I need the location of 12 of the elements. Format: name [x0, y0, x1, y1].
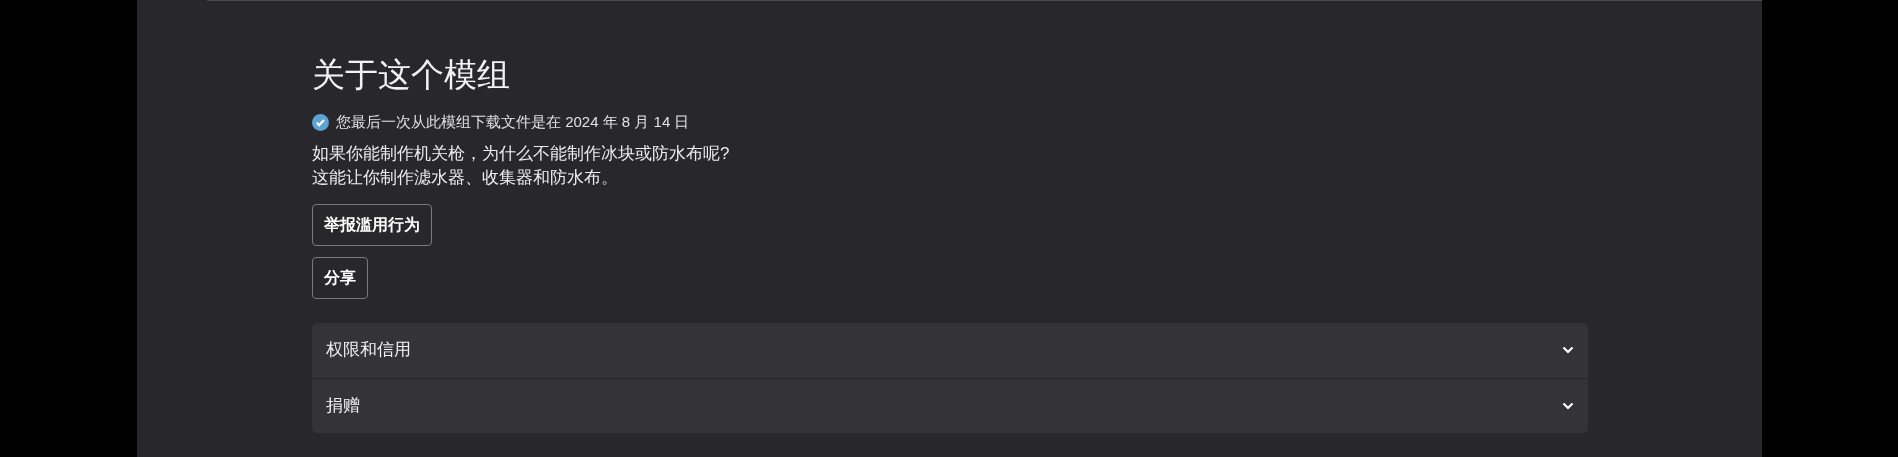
- chevron-icon: [1562, 401, 1574, 410]
- accordion-label: 捐赠: [326, 394, 360, 417]
- section-title: 关于这个模组: [312, 55, 511, 95]
- chevron-icon: [1562, 346, 1574, 354]
- accordion-item[interactable]: 捐赠: [312, 377, 1588, 433]
- accordion-item[interactable]: 权限和信用: [312, 322, 1588, 378]
- description-text: 如果你能制作机关枪，为什么不能制作冰块或防水布呢?: [312, 142, 731, 165]
- download-notice: 您最后一次从此模组下载文件是在 2024 年 8 月 14 日: [336, 112, 690, 132]
- description-text: 这能让你制作滤水器、收集器和防水布。: [312, 166, 619, 189]
- accordion-label: 权限和信用: [326, 339, 411, 362]
- action-button[interactable]: 分享: [312, 256, 368, 299]
- action-button[interactable]: 举报滥用行为: [312, 203, 432, 246]
